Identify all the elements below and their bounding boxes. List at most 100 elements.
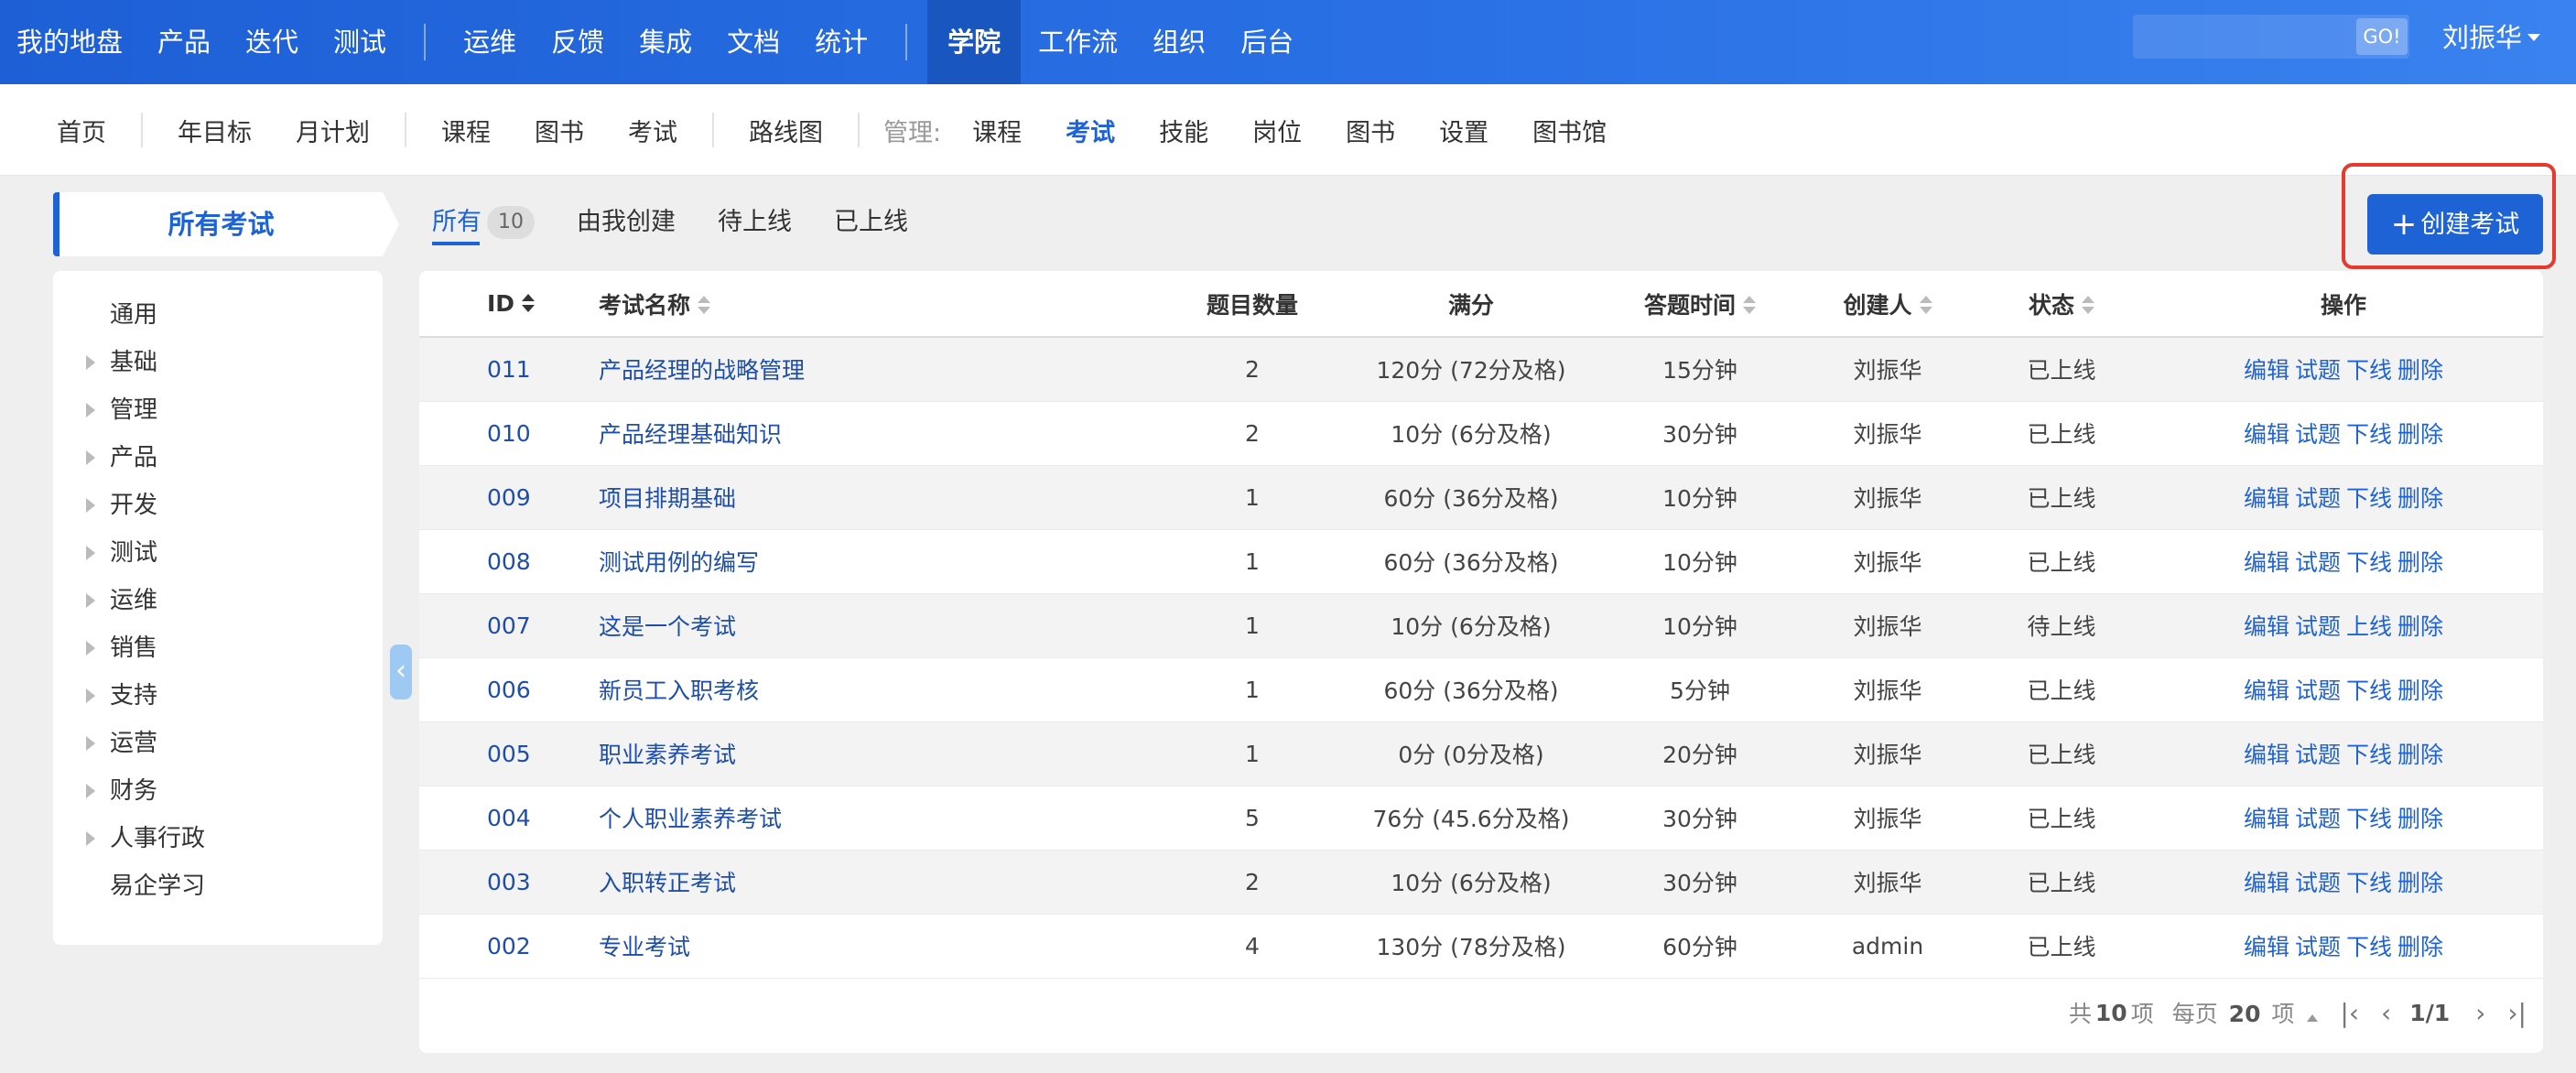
tab-all[interactable]: 所有 10 [432, 192, 535, 253]
exam-name-link[interactable]: 新员工入职考核 [599, 657, 1166, 722]
subnav-group2-0[interactable]: 年目标 [156, 113, 274, 148]
search-input[interactable] [2133, 15, 2356, 59]
caret-right-icon[interactable] [86, 831, 95, 846]
subnav-group3-2[interactable]: 考试 [606, 113, 699, 148]
caret-right-icon[interactable] [86, 403, 95, 417]
nav-item-right-0[interactable]: 工作流 [1021, 0, 1135, 84]
exam-name-link[interactable]: 项目排期基础 [599, 465, 1166, 530]
edit-link[interactable]: 编辑 [2244, 677, 2289, 704]
questions-link[interactable]: 试题 [2295, 613, 2341, 640]
caret-right-icon[interactable] [86, 498, 95, 513]
sidebar-item[interactable]: 人事行政 [53, 815, 383, 862]
col-header-status[interactable]: 状态 [1979, 271, 2144, 338]
toggle-online-link[interactable]: 下线 [2346, 742, 2392, 768]
subnav-group1-0[interactable]: 首页 [35, 113, 128, 148]
user-menu[interactable]: 刘振华 [2442, 0, 2541, 75]
delete-link[interactable]: 删除 [2397, 485, 2443, 512]
caret-right-icon[interactable] [86, 355, 95, 370]
toggle-online-link[interactable]: 下线 [2346, 806, 2392, 832]
subnav-group3-0[interactable]: 课程 [419, 113, 513, 148]
toggle-online-link[interactable]: 下线 [2346, 677, 2392, 704]
caret-right-icon[interactable] [86, 736, 95, 751]
caret-right-icon[interactable] [86, 450, 95, 465]
toggle-online-link[interactable]: 下线 [2346, 485, 2392, 512]
nav-item-mid-4[interactable]: 统计 [797, 0, 885, 84]
toggle-online-link[interactable]: 下线 [2346, 549, 2392, 576]
search-go-button[interactable]: GO! [2356, 18, 2408, 55]
exam-id[interactable]: 004 [419, 786, 599, 851]
nav-item-right-2[interactable]: 后台 [1223, 0, 1311, 84]
col-header-duration[interactable]: 答题时间 [1604, 271, 1796, 338]
questions-link[interactable]: 试题 [2295, 806, 2341, 832]
exam-id[interactable]: 006 [419, 657, 599, 722]
sidebar-collapse-icon[interactable]: ‹ [390, 645, 412, 699]
sidebar-item[interactable]: 测试 [53, 529, 383, 577]
nav-item-0[interactable]: 我的地盘 [0, 0, 140, 84]
page-size-selector[interactable]: 每页 20 项 [2172, 996, 2319, 1029]
questions-link[interactable]: 试题 [2295, 934, 2341, 960]
subnav-manage-3[interactable]: 岗位 [1230, 113, 1324, 148]
caret-right-icon[interactable] [86, 688, 95, 703]
exam-name-link[interactable]: 测试用例的编写 [599, 529, 1166, 594]
col-header-creator[interactable]: 创建人 [1796, 271, 1979, 338]
exam-name-link[interactable]: 产品经理的战略管理 [599, 337, 1166, 402]
tab-pending[interactable]: 待上线 [718, 192, 792, 253]
delete-link[interactable]: 删除 [2397, 870, 2443, 896]
sidebar-item[interactable]: 通用 [53, 291, 383, 339]
delete-link[interactable]: 删除 [2397, 677, 2443, 704]
caret-right-icon[interactable] [86, 593, 95, 608]
prev-page-icon[interactable]: ‹ [2381, 998, 2391, 1028]
sidebar-item[interactable]: 易企学习 [53, 862, 383, 910]
caret-right-icon[interactable] [86, 784, 95, 798]
sidebar-all-exams[interactable]: 所有考试 [53, 192, 399, 256]
questions-link[interactable]: 试题 [2295, 485, 2341, 512]
sidebar-item[interactable]: 管理 [53, 386, 383, 434]
sidebar-item[interactable]: 产品 [53, 434, 383, 482]
questions-link[interactable]: 试题 [2295, 870, 2341, 896]
toggle-online-link[interactable]: 下线 [2346, 357, 2392, 384]
exam-id[interactable]: 009 [419, 465, 599, 530]
delete-link[interactable]: 删除 [2397, 934, 2443, 960]
exam-id[interactable]: 010 [419, 401, 599, 466]
delete-link[interactable]: 删除 [2397, 742, 2443, 768]
last-page-icon[interactable]: ›| [2507, 998, 2527, 1028]
subnav-manage-1[interactable]: 考试 [1044, 113, 1137, 148]
tab-online[interactable]: 已上线 [834, 192, 908, 253]
questions-link[interactable]: 试题 [2295, 357, 2341, 384]
questions-link[interactable]: 试题 [2295, 549, 2341, 576]
sidebar-item[interactable]: 开发 [53, 482, 383, 529]
sidebar-item[interactable]: 运营 [53, 720, 383, 767]
nav-item-mid-2[interactable]: 集成 [622, 0, 709, 84]
edit-link[interactable]: 编辑 [2244, 549, 2289, 576]
subnav-manage-2[interactable]: 技能 [1137, 113, 1230, 148]
questions-link[interactable]: 试题 [2295, 742, 2341, 768]
delete-link[interactable]: 删除 [2397, 421, 2443, 448]
subnav-manage-6[interactable]: 图书馆 [1510, 113, 1629, 148]
toggle-online-link[interactable]: 下线 [2346, 934, 2392, 960]
edit-link[interactable]: 编辑 [2244, 613, 2289, 640]
exam-name-link[interactable]: 个人职业素养考试 [599, 786, 1166, 851]
exam-id[interactable]: 003 [419, 850, 599, 915]
exam-name-link[interactable]: 职业素养考试 [599, 721, 1166, 786]
delete-link[interactable]: 删除 [2397, 613, 2443, 640]
nav-item-mid-3[interactable]: 文档 [709, 0, 797, 84]
toggle-online-link[interactable]: 下线 [2346, 421, 2392, 448]
edit-link[interactable]: 编辑 [2244, 934, 2289, 960]
subnav-group4-0[interactable]: 路线图 [727, 113, 845, 148]
nav-item-1[interactable]: 产品 [140, 0, 228, 84]
sidebar-item[interactable]: 运维 [53, 577, 383, 624]
exam-id[interactable]: 011 [419, 337, 599, 402]
caret-right-icon[interactable] [86, 546, 95, 560]
delete-link[interactable]: 删除 [2397, 549, 2443, 576]
edit-link[interactable]: 编辑 [2244, 357, 2289, 384]
nav-item-mid-1[interactable]: 反馈 [534, 0, 622, 84]
exam-name-link[interactable]: 入职转正考试 [599, 850, 1166, 915]
sidebar-item[interactable]: 财务 [53, 767, 383, 815]
toggle-online-link[interactable]: 上线 [2346, 613, 2392, 640]
toggle-online-link[interactable]: 下线 [2346, 870, 2392, 896]
sidebar-item[interactable]: 销售 [53, 624, 383, 672]
subnav-manage-0[interactable]: 课程 [950, 113, 1044, 148]
edit-link[interactable]: 编辑 [2244, 742, 2289, 768]
questions-link[interactable]: 试题 [2295, 421, 2341, 448]
exam-name-link[interactable]: 产品经理基础知识 [599, 401, 1166, 466]
